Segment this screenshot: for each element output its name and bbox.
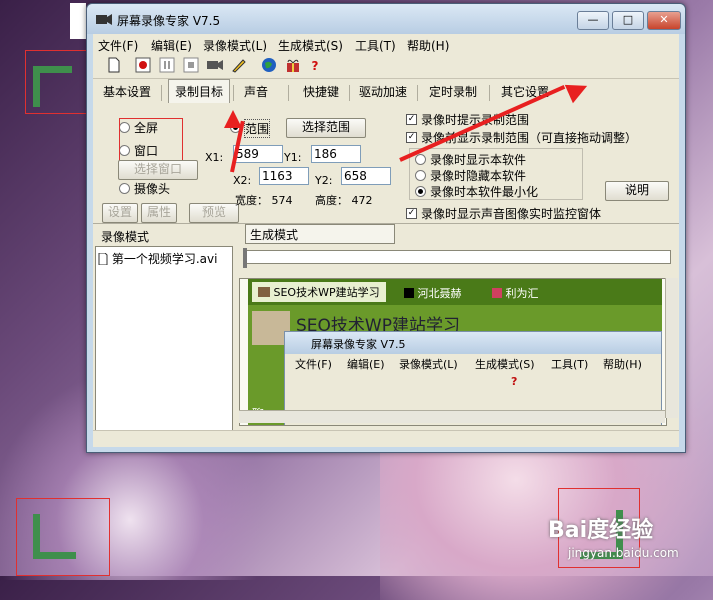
baidu-jingyan-url: jingyan.baidu.com: [568, 546, 679, 560]
minimize-software-radio[interactable]: [415, 186, 426, 197]
stop-icon[interactable]: [182, 57, 200, 75]
minimize-software-label: 录像时本软件最小化: [430, 185, 539, 199]
x1-label: X1:: [205, 151, 224, 164]
preview-inner-title: 屏幕录像专家 V7.5: [311, 338, 406, 351]
y1-field[interactable]: 186: [311, 145, 361, 163]
show-software-label: 录像时显示本软件: [430, 153, 527, 167]
site-icon: [404, 288, 414, 298]
menu-edit[interactable]: 编辑(E): [151, 37, 192, 54]
main-window: 屏幕录像专家 V7.5 — □ ✕ 文件(F) 编辑(E) 录像模式(L) 生成…: [86, 3, 686, 453]
globe-icon[interactable]: [260, 57, 278, 75]
preview-inner-menubar: 文件(F) 编辑(E) 录像模式(L) 生成模式(S) 工具(T) 帮助(H): [295, 358, 642, 371]
handshake-icon: [258, 287, 270, 297]
tab-separator: [161, 85, 162, 101]
window-title: 屏幕录像专家 V7.5: [117, 14, 221, 28]
menu-help[interactable]: 帮助(H): [407, 37, 449, 54]
timeline-slider[interactable]: [245, 250, 671, 264]
gift-icon[interactable]: [284, 57, 302, 75]
explain-button[interactable]: 说明: [605, 181, 669, 201]
tab-separator: [417, 85, 418, 101]
camera-icon[interactable]: [206, 57, 224, 75]
preview-vertical-scrollbar[interactable]: [665, 278, 678, 418]
preview-inner-toolbar: ?: [511, 375, 518, 388]
camera-app-icon: [95, 12, 113, 26]
camera-radio[interactable]: [119, 183, 130, 194]
preview-browser-tab3: 利为汇: [492, 285, 539, 301]
file-list[interactable]: 第一个视频学习.avi: [95, 246, 233, 432]
select-range-button[interactable]: 选择范围: [286, 118, 366, 138]
menu-file[interactable]: 文件(F): [98, 37, 138, 54]
tab-sound[interactable]: 声音: [244, 83, 268, 100]
client-area: 文件(F) 编辑(E) 录像模式(L) 生成模式(S) 工具(T) 帮助(H) …: [93, 34, 679, 447]
tab-hotkeys[interactable]: 快捷键: [303, 83, 339, 100]
tab-separator: [349, 85, 350, 101]
realtime-monitor-label: 录像时显示声音图像实时监控窗体: [421, 207, 602, 221]
preview-button[interactable]: 预览: [189, 203, 239, 223]
generate-mode-tab[interactable]: 生成模式: [245, 224, 395, 244]
camera-label: 摄像头: [134, 182, 171, 196]
preview-browser-tabbar: SEO技术WP建站学习 河北聂赫 利为汇: [248, 279, 662, 305]
minimize-button[interactable]: —: [577, 11, 609, 30]
menu-tools[interactable]: 工具(T): [355, 37, 396, 54]
y2-field[interactable]: 658: [341, 167, 391, 185]
tab-separator: [288, 85, 289, 101]
y1-label: Y1:: [284, 151, 302, 164]
tab-separator: [489, 85, 490, 101]
hide-software-radio[interactable]: [415, 170, 426, 181]
tab-scheduled-recording[interactable]: 定时录制: [429, 83, 477, 100]
range-label: 范围: [244, 119, 271, 138]
timeline-handle[interactable]: [243, 248, 247, 268]
height-readout: 高度： 472: [315, 194, 373, 207]
new-icon[interactable]: [105, 57, 123, 75]
x2-label: X2:: [233, 174, 252, 187]
title-bar: 屏幕录像专家 V7.5 — □ ✕: [87, 4, 685, 34]
pen-icon[interactable]: [230, 57, 248, 75]
record-icon[interactable]: [134, 57, 152, 75]
annotation-arrow-head: [224, 110, 242, 128]
gift-site-icon: [492, 288, 502, 298]
list-item[interactable]: 第一个视频学习.avi: [98, 250, 217, 267]
x1-field[interactable]: 589: [233, 145, 283, 163]
realtime-monitor-checkbox[interactable]: ✓: [406, 208, 417, 219]
pause-icon[interactable]: [158, 57, 176, 75]
file-item-label: 第一个视频学习.avi: [111, 252, 218, 266]
x2-field[interactable]: 1163: [259, 167, 309, 185]
width-readout: 宽度： 574: [235, 194, 293, 207]
corner-marker-top-left: [33, 66, 72, 107]
tab-driver-acceleration[interactable]: 驱动加速: [359, 83, 407, 100]
preview-inner-titlebar: 屏幕录像专家 V7.5: [285, 332, 661, 354]
show-range-hint-checkbox[interactable]: ✓: [406, 114, 417, 125]
properties-button[interactable]: 属性: [141, 203, 177, 223]
tab-record-target[interactable]: 录制目标: [168, 79, 231, 103]
tab-separator: [233, 85, 234, 101]
menu-bar: 文件(F) 编辑(E) 录像模式(L) 生成模式(S) 工具(T) 帮助(H): [93, 34, 679, 54]
corner-marker-bottom-left: [33, 514, 76, 559]
menu-generate-mode[interactable]: 生成模式(S): [278, 37, 343, 54]
hide-software-label: 录像时隐藏本软件: [430, 169, 527, 183]
preview-horizontal-scrollbar[interactable]: [239, 410, 665, 423]
preview-browser-tab2: 河北聂赫: [404, 285, 462, 301]
close-button[interactable]: ✕: [647, 11, 681, 30]
help-icon[interactable]: ?: [306, 57, 324, 75]
show-range-before-checkbox[interactable]: ✓: [406, 132, 417, 143]
record-mode-header: 录像模式: [101, 230, 150, 244]
tab-bar: 基本设置 录制目标 声音 快捷键 驱动加速 定时录制 其它设置: [93, 79, 679, 103]
status-bar: [93, 430, 679, 447]
toolbar: ?: [93, 54, 679, 79]
preview-browser-tab1: SEO技术WP建站学习: [252, 282, 386, 302]
show-software-radio[interactable]: [415, 154, 426, 165]
select-window-button[interactable]: 选择窗口: [118, 160, 198, 180]
settings-button[interactable]: 设置: [102, 203, 138, 223]
desktop-shortcut-icon[interactable]: [70, 3, 86, 39]
menu-record-mode[interactable]: 录像模式(L): [203, 37, 267, 54]
y2-label: Y2:: [315, 174, 333, 187]
generate-mode-header: 生成模式: [250, 228, 299, 242]
tab-basic-settings[interactable]: 基本设置: [103, 83, 151, 100]
file-icon: [98, 252, 108, 266]
preview-area: SEO技术WP建站学习 河北聂赫 利为汇 SEO技术WP建站学习 屏幕录像专家 …: [239, 278, 667, 426]
baidu-jingyan-logo: Bai度经验: [548, 518, 654, 543]
restore-button[interactable]: □: [612, 11, 644, 30]
